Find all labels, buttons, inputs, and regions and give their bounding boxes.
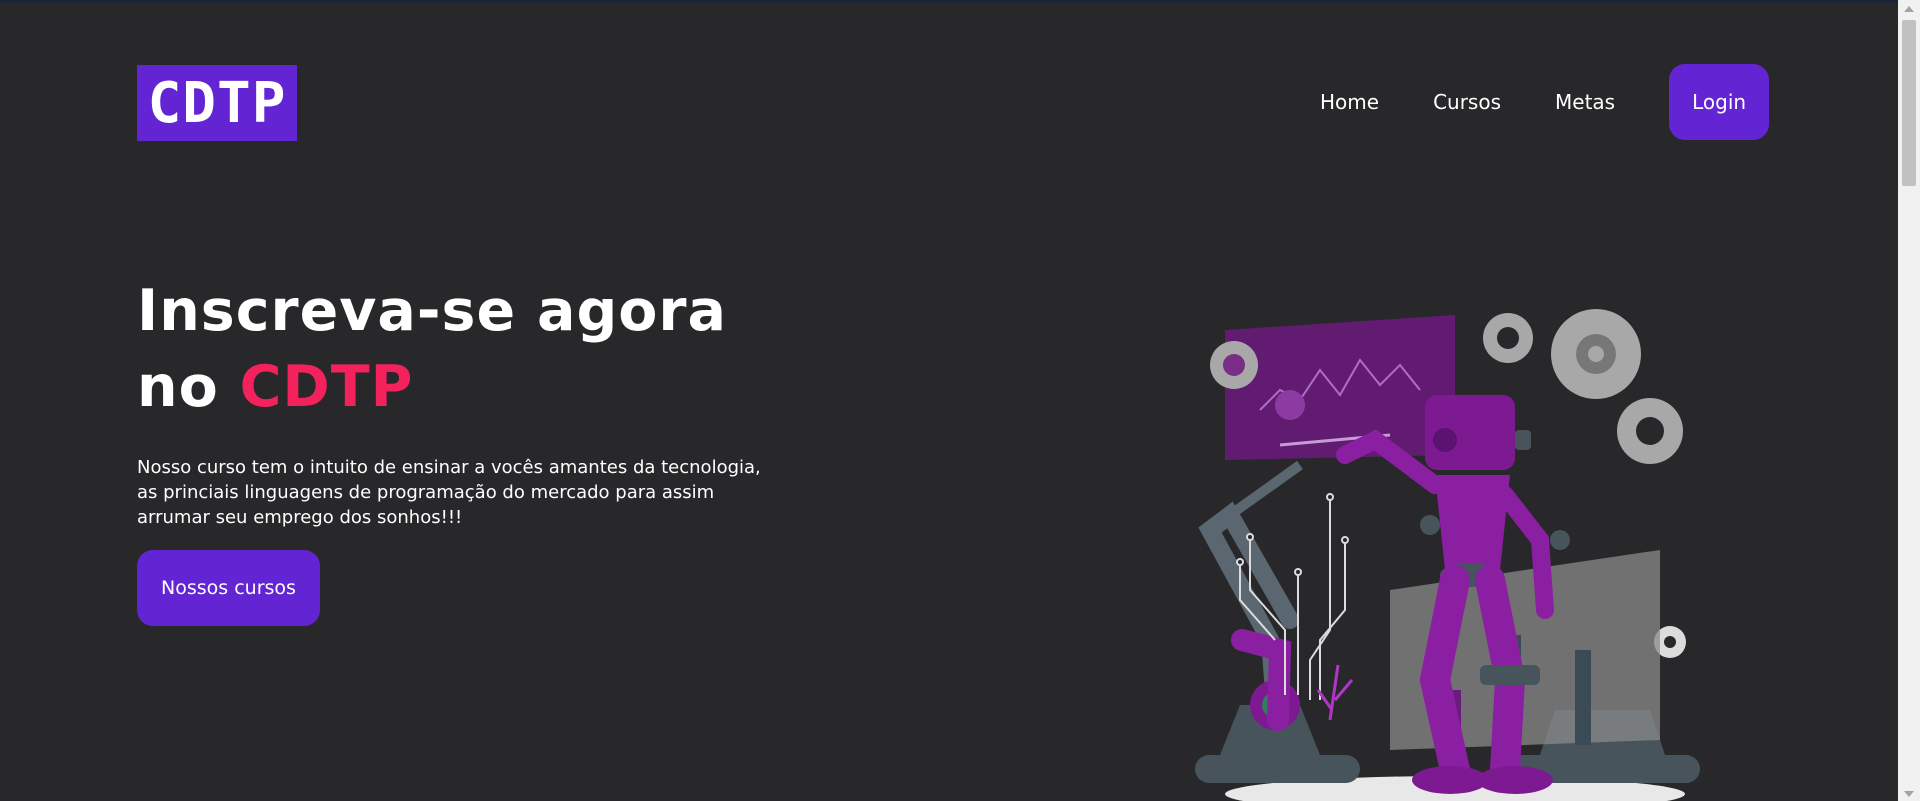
hero-title-accent: CDTP xyxy=(239,354,414,420)
hero-title: Inscreva-se agora no CDTP xyxy=(137,273,727,425)
robot-gears-illustration xyxy=(1195,309,1700,801)
nav-metas-link[interactable]: Metas xyxy=(1555,90,1615,114)
page-scrollbar[interactable] xyxy=(1898,0,1920,801)
scroll-up-icon[interactable] xyxy=(1904,6,1914,12)
hero-title-line1: Inscreva-se agora xyxy=(137,278,727,344)
nav-home-link[interactable]: Home xyxy=(1320,90,1379,114)
scroll-down-icon[interactable] xyxy=(1904,791,1914,797)
login-button[interactable]: Login xyxy=(1669,64,1770,140)
nav-cursos-link[interactable]: Cursos xyxy=(1433,90,1501,114)
nossos-cursos-button[interactable]: Nossos cursos xyxy=(137,550,320,626)
site-logo[interactable]: CDTP xyxy=(137,65,297,141)
main-nav: Home Cursos Metas Login xyxy=(1320,64,1770,140)
browser-top-border xyxy=(0,0,1920,3)
hero-title-prefix: no xyxy=(137,354,240,420)
scrollbar-thumb[interactable] xyxy=(1902,20,1916,186)
hero-description: Nosso curso tem o intuito de ensinar a v… xyxy=(137,457,761,528)
